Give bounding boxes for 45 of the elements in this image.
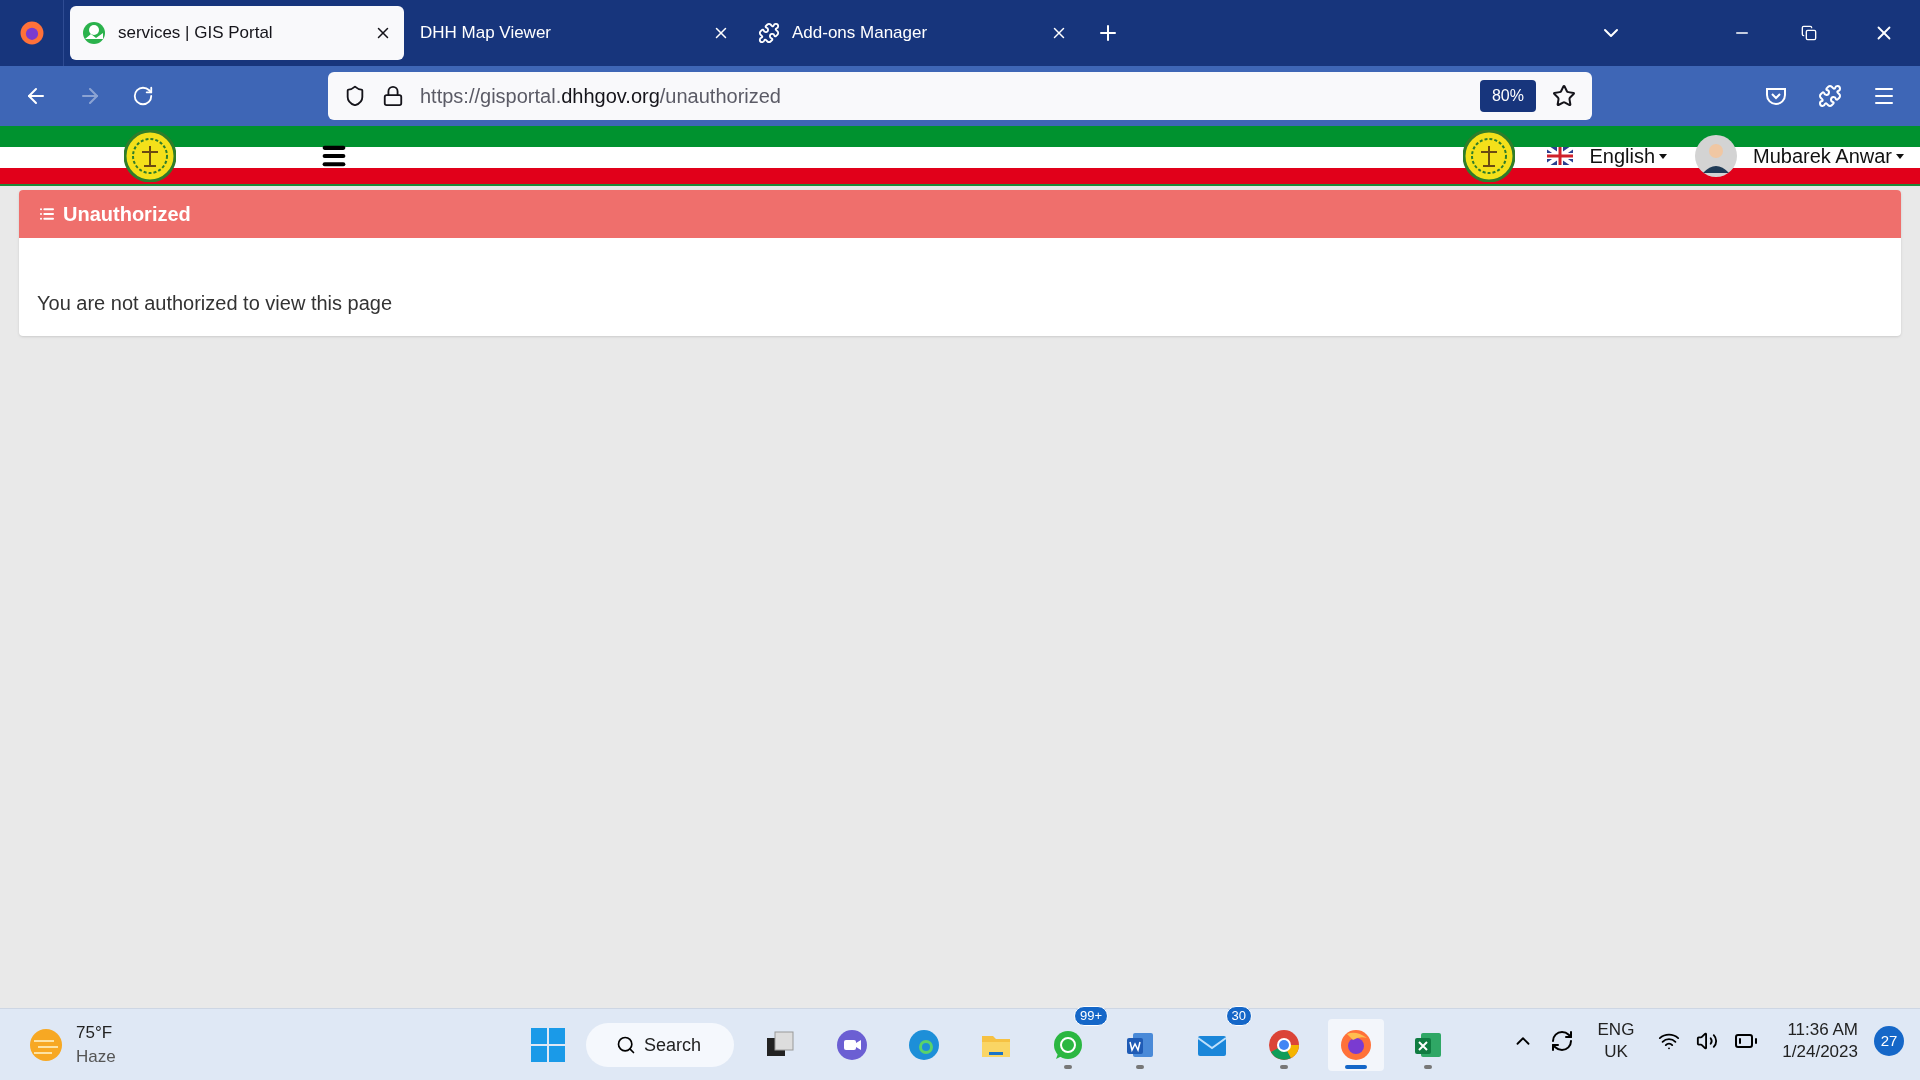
browser-tab[interactable]: Add-ons Manager [746, 6, 1080, 60]
flag-icon [1547, 147, 1574, 165]
card-title: Unauthorized [63, 202, 191, 227]
firefox-icon[interactable] [1339, 1028, 1373, 1062]
extensions-icon[interactable] [1818, 84, 1842, 108]
restore-icon[interactable] [1801, 25, 1817, 41]
taskbar-app[interactable] [1328, 1019, 1384, 1071]
reload-icon[interactable] [132, 85, 154, 107]
browser-tab[interactable]: services | GIS Portal [70, 6, 404, 60]
count-badge: 30 [1225, 1006, 1252, 1026]
language-dropdown[interactable]: English [1589, 141, 1668, 171]
puzzle-icon [758, 22, 780, 44]
address-bar[interactable]: https://gisportal.dhhgov.org/unauthorized 80% [328, 72, 1592, 120]
search-field[interactable]: Search [586, 1023, 734, 1067]
volume-icon[interactable] [1696, 1030, 1719, 1052]
tab-title: Add-ons Manager [792, 22, 929, 45]
shield-icon [344, 85, 366, 107]
lock-icon [382, 85, 404, 107]
bookmark-star-icon[interactable] [1552, 84, 1576, 108]
avatar-icon [1695, 135, 1738, 177]
browser-tab[interactable]: DHH Map Viewer [408, 6, 742, 60]
temperature-text: 75°F [76, 1022, 114, 1044]
emblem-icon [1463, 130, 1516, 182]
url-text: https://gisportal.dhhgov.org/unauthorized [420, 84, 781, 109]
sync-icon[interactable] [1549, 1029, 1574, 1053]
chat-bubble-icon[interactable] [1051, 1028, 1085, 1062]
video-chat-icon[interactable] [835, 1028, 869, 1062]
clock[interactable]: 11:36 AM 1/24/2023 [1782, 1019, 1858, 1063]
user-dropdown[interactable]: Mubarek Anwar [1753, 141, 1904, 171]
tab-title: services | GIS Portal [118, 22, 274, 45]
list-icon [39, 206, 55, 222]
tab-title: DHH Map Viewer [420, 22, 552, 45]
emblem-icon [124, 130, 176, 182]
message-text: You are not authorized to view this page [37, 292, 393, 314]
search-icon [616, 1035, 636, 1055]
language-indicator[interactable]: ENG UK [1589, 1019, 1643, 1063]
zoom-badge[interactable]: 80% [1479, 80, 1536, 112]
firefox-icon[interactable] [18, 20, 45, 46]
count-badge: 99+ [1073, 1006, 1108, 1026]
browser-icon[interactable] [1267, 1028, 1301, 1062]
weather-text: Haze [76, 1046, 116, 1068]
start-icon[interactable] [530, 1027, 566, 1063]
notification-badge[interactable]: 27 [1874, 1026, 1904, 1056]
site-icon [82, 21, 106, 45]
browser-icon[interactable] [907, 1028, 941, 1062]
